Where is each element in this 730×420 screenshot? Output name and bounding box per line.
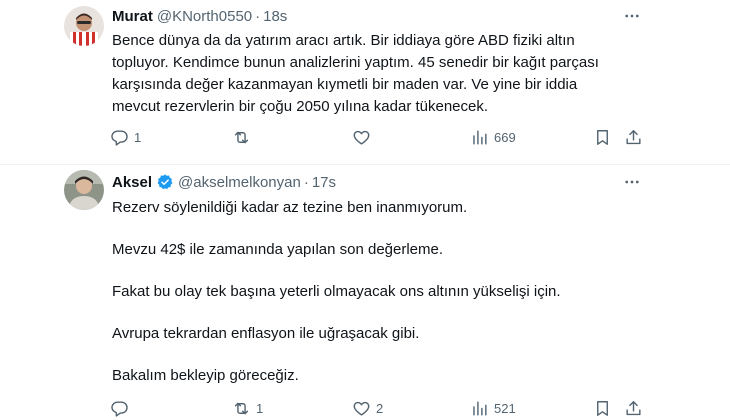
tweet-murat[interactable]: Murat @KNorth0550 · 18s Bence dünya da d… bbox=[0, 0, 730, 164]
tweet-paragraph: Avrupa tekrardan enflasyon ile uğraşacak… bbox=[112, 325, 420, 342]
tweet-text-line: topluyor. Kendimce bunun analizlerini ya… bbox=[112, 54, 599, 71]
reply-count: 1 bbox=[134, 129, 142, 145]
like-button[interactable]: 2 bbox=[352, 396, 383, 420]
reply-button[interactable] bbox=[110, 396, 134, 420]
timestamp[interactable]: 18s bbox=[263, 8, 287, 25]
more-horizontal-icon bbox=[625, 180, 639, 184]
tweet-paragraph: Fakat bu olay tek başına yeterli olmayac… bbox=[112, 283, 561, 300]
bookmark-button[interactable] bbox=[593, 125, 612, 149]
heart-icon bbox=[353, 401, 370, 416]
tweet-aksel[interactable]: Aksel @akselmelkonyan · 17s Rezerv söyle… bbox=[0, 164, 730, 420]
like-button[interactable] bbox=[352, 125, 376, 149]
views-button[interactable]: 521 bbox=[470, 396, 516, 420]
retweet-icon bbox=[234, 402, 249, 414]
retweet-count: 1 bbox=[256, 400, 264, 416]
timestamp[interactable]: 17s bbox=[312, 174, 336, 191]
reply-icon bbox=[111, 400, 128, 417]
retweet-button[interactable] bbox=[232, 125, 256, 149]
more-options-button[interactable] bbox=[622, 6, 642, 26]
more-options-button[interactable] bbox=[622, 172, 642, 192]
action-bar: 1 2 521 bbox=[104, 396, 644, 420]
reply-icon bbox=[111, 129, 128, 146]
share-icon bbox=[626, 400, 641, 415]
author-handle[interactable]: @akselmelkonyan bbox=[178, 174, 301, 191]
author-name[interactable]: Murat bbox=[112, 8, 153, 25]
share-button[interactable] bbox=[624, 125, 643, 149]
views-button[interactable]: 669 bbox=[470, 125, 516, 149]
tweet-header: Murat @KNorth0550 · 18s bbox=[112, 6, 287, 26]
views-chart-icon bbox=[473, 129, 487, 145]
tweet-paragraph: Bakalım bekleyip göreceğiz. bbox=[112, 367, 299, 384]
view-count: 521 bbox=[494, 400, 516, 416]
tweet-text-line: karşısında değer kazanmayan kıymetli bir… bbox=[112, 76, 578, 93]
retweet-icon bbox=[234, 131, 249, 143]
more-horizontal-icon bbox=[625, 14, 639, 18]
view-count: 669 bbox=[494, 129, 516, 145]
share-icon bbox=[626, 129, 641, 144]
retweet-button[interactable]: 1 bbox=[232, 396, 263, 420]
verified-badge-icon bbox=[157, 174, 173, 190]
tweet-text: Rezerv söylenildiği kadar az tezine ben … bbox=[112, 197, 652, 387]
separator-dot: · bbox=[303, 173, 309, 191]
reply-button[interactable]: 1 bbox=[110, 125, 141, 149]
author-handle[interactable]: @KNorth0550 bbox=[157, 8, 252, 25]
tweet-paragraph: Rezerv söylenildiği kadar az tezine ben … bbox=[112, 199, 468, 216]
author-name[interactable]: Aksel bbox=[112, 174, 152, 191]
action-bar: 1 669 bbox=[104, 125, 644, 149]
views-chart-icon bbox=[473, 400, 487, 416]
bookmark-icon bbox=[597, 400, 608, 416]
tweet-text-line: mevcut rezervlerin bir çoğu 2050 yılına … bbox=[112, 98, 489, 115]
bookmark-icon bbox=[597, 129, 608, 145]
like-count: 2 bbox=[376, 400, 384, 416]
heart-icon bbox=[353, 130, 370, 145]
avatar[interactable] bbox=[64, 6, 104, 46]
tweet-text: Bence dünya da da yatırım aracı artık. B… bbox=[112, 30, 652, 118]
avatar[interactable] bbox=[64, 170, 104, 210]
tweet-header: Aksel @akselmelkonyan · 17s bbox=[112, 172, 336, 192]
tweet-paragraph: Mevzu 42$ ile zamanında yapılan son değe… bbox=[112, 241, 444, 258]
bookmark-button[interactable] bbox=[593, 396, 612, 420]
tweet-text-line: Bence dünya da da yatırım aracı artık. B… bbox=[112, 32, 575, 49]
separator-dot: · bbox=[255, 7, 261, 25]
share-button[interactable] bbox=[624, 396, 643, 420]
